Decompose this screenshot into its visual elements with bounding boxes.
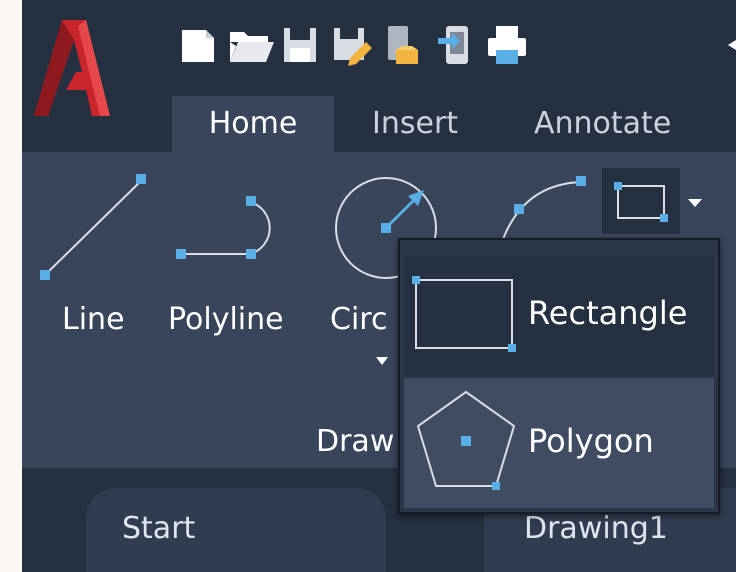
qat-overflow-icon[interactable] xyxy=(726,22,736,68)
chevron-down-icon[interactable] xyxy=(374,354,390,368)
doc-tab-drawing1-label: Drawing1 xyxy=(524,511,668,546)
tab-home-label: Home xyxy=(208,106,298,141)
doc-tab-start[interactable]: Start xyxy=(86,488,386,572)
export-icon[interactable] xyxy=(382,22,422,68)
tab-annotate[interactable]: Annotate xyxy=(534,96,671,152)
new-file-icon[interactable] xyxy=(178,22,218,68)
line-tool-label[interactable]: Line xyxy=(62,302,125,337)
circle-tool-label[interactable]: Circ xyxy=(330,302,387,337)
rectangle-icon xyxy=(412,276,516,352)
draw-panel-title[interactable]: Draw xyxy=(316,424,394,459)
rectangle-button[interactable] xyxy=(602,168,680,234)
dropdown-arrow-icon[interactable] xyxy=(682,190,708,216)
open-folder-icon[interactable] xyxy=(228,22,274,68)
title-bar: A xyxy=(22,0,736,152)
flyout-item-rectangle[interactable]: Rectangle xyxy=(404,256,714,376)
save-as-icon[interactable] xyxy=(332,22,372,68)
flyout-rectangle-label: Rectangle xyxy=(528,294,688,332)
save-icon[interactable] xyxy=(280,22,320,68)
polyline-icon[interactable] xyxy=(172,190,292,270)
polygon-icon xyxy=(416,390,516,490)
send-mobile-icon[interactable] xyxy=(436,22,476,68)
tab-insert[interactable]: Insert xyxy=(372,96,458,152)
tab-annotate-label: Annotate xyxy=(534,106,672,141)
flyout-item-polygon[interactable]: Polygon xyxy=(404,378,714,508)
tab-home[interactable]: Home xyxy=(172,96,334,152)
rectangle-icon xyxy=(614,182,668,222)
rectangle-flyout-menu: Rectangle Polygon xyxy=(398,238,720,514)
autocad-window: A xyxy=(22,0,736,572)
doc-tab-start-label: Start xyxy=(122,511,196,546)
tab-insert-label: Insert xyxy=(372,106,459,141)
autocad-logo-icon[interactable] xyxy=(34,20,110,116)
polyline-tool-label[interactable]: Polyline xyxy=(168,302,284,337)
print-icon[interactable] xyxy=(484,22,530,68)
flyout-polygon-label: Polygon xyxy=(528,422,654,460)
line-icon[interactable] xyxy=(36,172,152,282)
rectangle-split-button[interactable] xyxy=(602,168,714,234)
